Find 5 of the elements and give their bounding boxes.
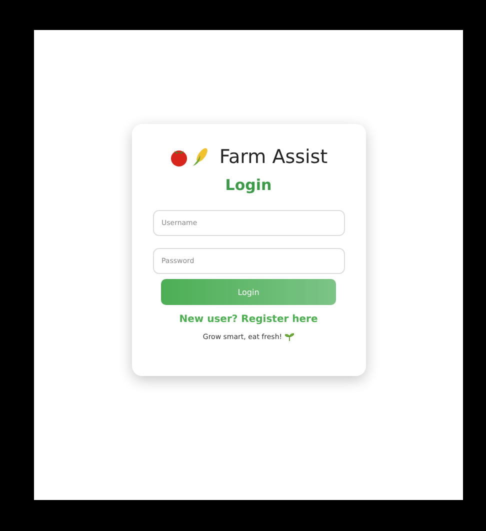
login-heading: Login (225, 176, 272, 194)
sprout-icon (285, 332, 294, 341)
register-link[interactable]: New user? Register here (179, 314, 318, 325)
login-button[interactable]: Login (161, 279, 336, 305)
app-title: Farm Assist (219, 146, 328, 168)
